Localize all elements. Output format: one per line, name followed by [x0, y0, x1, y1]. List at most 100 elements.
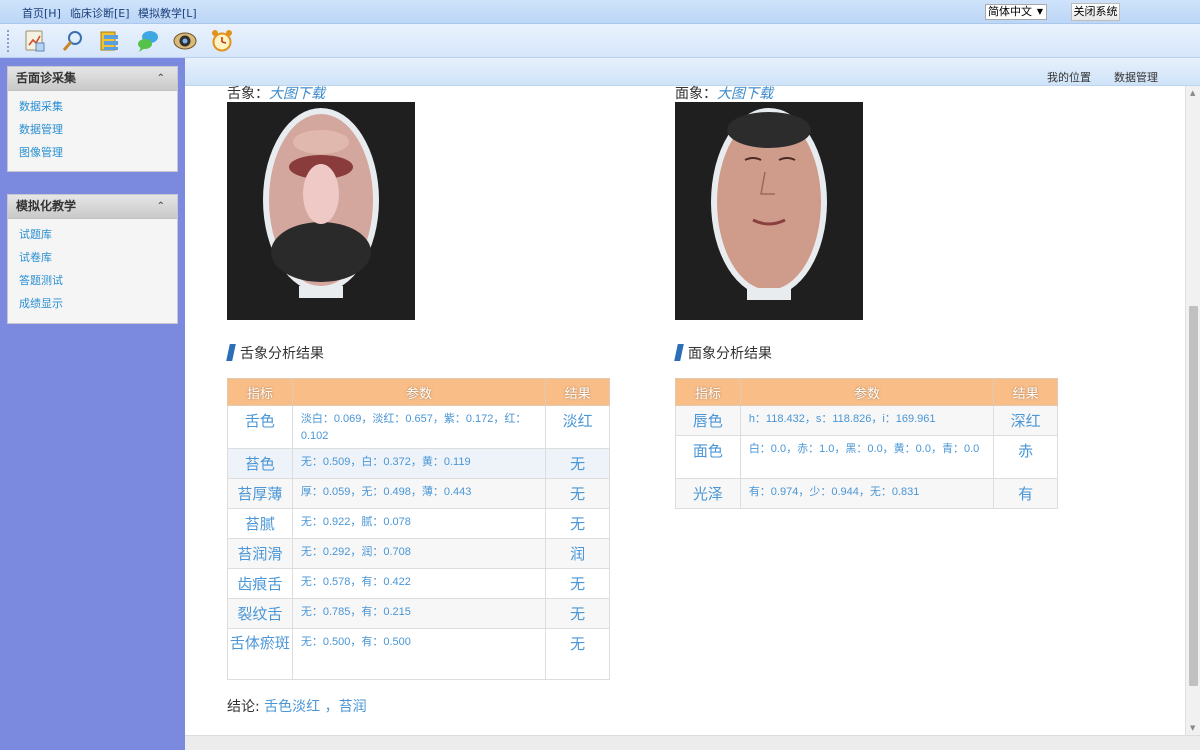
table-header-row: 指标 参数 结果	[227, 378, 610, 406]
row-params: 无：0.578，有：0.422	[291, 568, 547, 599]
menu-home[interactable]: 首页[H]	[22, 5, 61, 21]
scroll-down-icon[interactable]: ▼	[1190, 724, 1195, 732]
collapse-icon[interactable]: ⌃	[157, 195, 165, 218]
row-result: 有	[993, 478, 1058, 509]
bottom-strip	[185, 735, 1200, 750]
sidebar-panel-header[interactable]: 模拟化教学 ⌃	[8, 195, 177, 219]
row-indicator: 苔厚薄	[227, 478, 293, 509]
tongue-section-title: 舌象分析结果	[228, 343, 324, 363]
tongue-download-link[interactable]: 大图下载	[269, 86, 325, 102]
chevron-down-icon: ▼	[1036, 7, 1043, 16]
row-indicator: 光泽	[675, 478, 741, 509]
sidebar-panel-collection: 舌面诊采集 ⌃ 数据采集 数据管理 图像管理	[7, 66, 178, 172]
table-row: 苔厚薄 厚：0.059，无：0.498，薄：0.443 无	[227, 478, 610, 509]
row-result: 淡红	[545, 405, 610, 449]
table-row: 裂纹舌 无：0.785，有：0.215 无	[227, 598, 610, 629]
toolbar	[0, 24, 1200, 58]
row-indicator: 苔腻	[227, 508, 293, 539]
face-download-link[interactable]: 大图下载	[717, 86, 773, 102]
row-result: 无	[545, 628, 610, 680]
table-row: 面色 白：0.0，赤：1.0，黑：0.0，黄：0.0，青：0.0 赤	[675, 435, 1058, 479]
sidebar-item-answer-test[interactable]: 答题测试	[8, 269, 177, 292]
sidebar-item-paper-bank[interactable]: 试卷库	[8, 246, 177, 269]
sidebar-panel-header[interactable]: 舌面诊采集 ⌃	[8, 67, 177, 91]
row-result: 无	[545, 478, 610, 509]
folders-icon[interactable]	[97, 28, 123, 54]
row-result: 深红	[993, 405, 1058, 436]
row-result: 赤	[993, 435, 1058, 479]
row-indicator: 面色	[675, 435, 741, 479]
row-indicator: 裂纹舌	[227, 598, 293, 629]
document-chart-icon[interactable]	[22, 28, 48, 54]
header-indicator: 指标	[675, 378, 741, 406]
row-result: 无	[545, 508, 610, 539]
camera-lens-icon[interactable]	[172, 28, 198, 54]
row-result: 无	[545, 568, 610, 599]
header-result: 结果	[545, 378, 610, 406]
row-params: 无：0.509，白：0.372，黄：0.119	[291, 448, 547, 479]
row-indicator: 苔润滑	[227, 538, 293, 569]
language-select-value: 简体中文	[988, 5, 1032, 18]
header-result: 结果	[993, 378, 1058, 406]
tongue-photo	[227, 102, 415, 320]
header-params: 参数	[291, 378, 547, 406]
conclusion-value: 舌色淡红 ，苔润	[264, 699, 367, 715]
scroll-thumb[interactable]	[1189, 306, 1198, 686]
row-indicator: 舌色	[227, 405, 293, 449]
toolbar-grip	[7, 30, 10, 52]
sidebar: 舌面诊采集 ⌃ 数据采集 数据管理 图像管理 模拟化教学 ⌃ 试题库 试卷库 答…	[0, 58, 185, 750]
sidebar-item-image-management[interactable]: 图像管理	[8, 141, 177, 164]
tongue-result-table: 指标 参数 结果 舌色 淡白：0.069，淡红：0.657，紫：0.172，红：…	[227, 378, 610, 680]
tongue-image-label: 舌象：大图下载	[227, 83, 325, 103]
sidebar-item-data-management[interactable]: 数据管理	[8, 118, 177, 141]
magnifier-icon[interactable]	[60, 28, 86, 54]
sidebar-panel-title: 舌面诊采集	[16, 71, 77, 85]
sidebar-panel-teaching: 模拟化教学 ⌃ 试题库 试卷库 答题测试 成绩显示	[7, 194, 178, 324]
row-indicator: 齿痕舌	[227, 568, 293, 599]
chat-bubbles-icon[interactable]	[135, 28, 161, 54]
vertical-scrollbar[interactable]: ▲ ▼	[1185, 86, 1200, 735]
row-params: 无：0.292，润：0.708	[291, 538, 547, 569]
language-select[interactable]: 简体中文 ▼	[985, 4, 1047, 20]
face-result-table: 指标 参数 结果 唇色 h：118.432，s：118.826，i：169.96…	[675, 378, 1058, 509]
table-row: 舌体瘀斑 无：0.500，有：0.500 无	[227, 628, 610, 680]
conclusion-label: 结论:	[227, 699, 265, 715]
row-params: 无：0.785，有：0.215	[291, 598, 547, 629]
row-params: 厚：0.059，无：0.498，薄：0.443	[291, 478, 547, 509]
face-label-text: 面象：	[675, 86, 717, 102]
table-row: 光泽 有：0.974，少：0.944，无：0.831 有	[675, 478, 1058, 509]
row-params: 无：0.922，腻：0.078	[291, 508, 547, 539]
sidebar-item-data-collection[interactable]: 数据采集	[8, 95, 177, 118]
sidebar-item-question-bank[interactable]: 试题库	[8, 223, 177, 246]
table-row: 唇色 h：118.432，s：118.826，i：169.961 深红	[675, 405, 1058, 436]
menu-bar: 首页[H] 临床诊断[E] 模拟教学[L] 简体中文 ▼ 关闭系统	[0, 0, 1200, 24]
face-section-title: 面象分析结果	[676, 343, 772, 363]
breadcrumb-location: 我的位置	[1047, 71, 1091, 84]
face-photo	[675, 102, 863, 320]
table-row: 苔色 无：0.509，白：0.372，黄：0.119 无	[227, 448, 610, 479]
table-row: 舌色 淡白：0.069，淡红：0.657，紫：0.172，红：0.102 淡红	[227, 405, 610, 449]
conclusion: 结论: 舌色淡红 ，苔润	[227, 696, 367, 716]
row-params: 白：0.0，赤：1.0，黑：0.0，黄：0.0，青：0.0	[739, 435, 995, 479]
table-row: 苔腻 无：0.922，腻：0.078 无	[227, 508, 610, 539]
tongue-label-text: 舌象：	[227, 86, 269, 102]
scroll-up-icon[interactable]: ▲	[1190, 89, 1195, 97]
location-bar: 我的位置 数据管理	[185, 58, 1200, 86]
collapse-icon[interactable]: ⌃	[157, 67, 165, 90]
row-indicator: 唇色	[675, 405, 741, 436]
header-params: 参数	[739, 378, 995, 406]
sidebar-item-score-display[interactable]: 成绩显示	[8, 292, 177, 315]
row-params: 有：0.974，少：0.944，无：0.831	[739, 478, 995, 509]
header-indicator: 指标	[227, 378, 293, 406]
menu-simulation-teaching[interactable]: 模拟教学[L]	[138, 5, 197, 21]
breadcrumb-current[interactable]: 数据管理	[1114, 69, 1158, 85]
alarm-clock-icon[interactable]	[209, 28, 235, 54]
table-row: 齿痕舌 无：0.578，有：0.422 无	[227, 568, 610, 599]
row-result: 无	[545, 448, 610, 479]
table-row: 苔润滑 无：0.292，润：0.708 润	[227, 538, 610, 569]
row-indicator: 舌体瘀斑	[227, 628, 293, 680]
close-system-button[interactable]: 关闭系统	[1071, 3, 1120, 21]
row-indicator: 苔色	[227, 448, 293, 479]
menu-clinical-diagnosis[interactable]: 临床诊断[E]	[70, 5, 130, 21]
row-params: h：118.432，s：118.826，i：169.961	[739, 405, 995, 436]
